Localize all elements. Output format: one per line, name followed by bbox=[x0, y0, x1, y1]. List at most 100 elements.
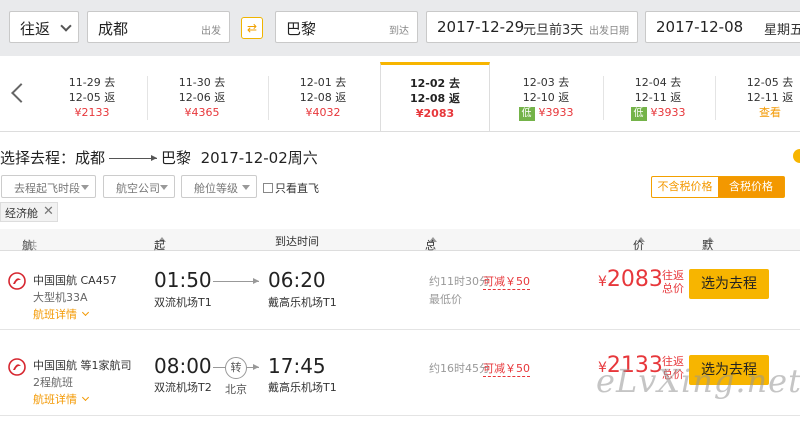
route-prefix: 选择去程： bbox=[0, 149, 76, 167]
depart-date-field[interactable]: 2017-12-29 元旦前3天 出发日期 bbox=[426, 11, 638, 43]
date-price-line: ¥4365 bbox=[147, 105, 257, 120]
date-option-2[interactable]: 12-01 去 12-08 返 ¥4032 bbox=[268, 64, 378, 132]
select-outbound-button[interactable]: 选为去程 bbox=[689, 269, 769, 299]
date-back-label: 12-11 返 bbox=[746, 91, 794, 104]
depart-airport: 双流机场T2 bbox=[154, 381, 212, 394]
arrive-airport: 戴高乐机场T1 bbox=[268, 381, 337, 394]
date-option-5[interactable]: 12-04 去 12-11 返低 ¥3933 bbox=[603, 64, 713, 132]
arrive-time: 06:20 bbox=[268, 268, 326, 292]
date-price-strip: 11-29 去 12-05 返 ¥2133 11-30 去 12-06 返 ¥4365 12… bbox=[0, 62, 800, 132]
date-go-label: 11-30 去 bbox=[178, 76, 226, 89]
header-sort[interactable]: 默认排序 bbox=[702, 233, 714, 300]
low-price-badge: 低 bbox=[518, 107, 535, 121]
side-indicator bbox=[793, 149, 800, 163]
watermark: eLvXing.net bbox=[596, 362, 800, 400]
date-option-0[interactable]: 11-29 去 12-05 返 ¥2133 bbox=[37, 64, 147, 132]
date-go-label: 12-03 去 bbox=[522, 76, 570, 89]
date-option-4[interactable]: 12-03 去 12-10 返低 ¥3933 bbox=[491, 64, 601, 132]
date-price-line: 低 ¥3933 bbox=[491, 105, 601, 121]
chevron-down-icon bbox=[81, 393, 90, 402]
flight-detail-link[interactable]: 航班详情 bbox=[33, 391, 90, 407]
cabin-filter[interactable]: 舱位等级 bbox=[181, 175, 257, 198]
transfer-city: 北京 bbox=[225, 383, 247, 396]
date-go-label: 12-05 去 bbox=[746, 76, 794, 89]
discount-label[interactable]: 可减￥50 bbox=[483, 360, 530, 377]
from-hint: 出发 bbox=[201, 26, 221, 37]
route-title: 选择去程：成都 巴黎 2017-12-02周六 bbox=[0, 147, 318, 168]
date-price-line: 低 ¥3933 bbox=[603, 105, 713, 121]
date-back-label: 12-11 返 bbox=[634, 91, 682, 104]
date-go-label: 12-02 去 bbox=[409, 77, 460, 90]
strip-divider bbox=[715, 76, 716, 120]
header-depart-time[interactable]: 起飞时间 bbox=[154, 233, 166, 300]
date-price: ¥2133 bbox=[74, 106, 110, 119]
duration: 约16时45分 bbox=[429, 362, 490, 375]
tax-toggle: 不含税价格 含税价格 bbox=[651, 176, 785, 198]
header-price[interactable]: 价格 bbox=[633, 233, 645, 268]
to-city-field[interactable]: 巴黎 到达 bbox=[275, 11, 418, 43]
direct-only-checkbox[interactable]: 只看直飞 bbox=[263, 180, 319, 196]
plane-type: 大型机33A bbox=[33, 291, 88, 304]
depart-time-filter[interactable]: 去程起飞时段 bbox=[1, 175, 96, 198]
strip-divider bbox=[603, 76, 604, 120]
route-date: 2017-12-02周六 bbox=[200, 149, 318, 167]
flight-arrow-icon bbox=[213, 278, 259, 284]
date-back-label: 12-08 返 bbox=[299, 91, 347, 104]
date-price: ¥3933 bbox=[650, 106, 686, 119]
return-weekday: 星期五 bbox=[764, 23, 800, 38]
total-price-label: 总价 bbox=[662, 282, 684, 295]
return-date-field[interactable]: 2017-12-08 星期五 bbox=[645, 11, 800, 43]
flight-detail-link[interactable]: 航班详情 bbox=[33, 306, 90, 322]
swap-cities-icon[interactable]: ⇄ bbox=[241, 17, 263, 39]
from-city-value: 成都 bbox=[98, 20, 129, 38]
caret-down-icon bbox=[242, 185, 250, 190]
date-option-3[interactable]: 12-02 去 12-08 返 ¥2083 bbox=[380, 62, 490, 132]
to-city-value: 巴黎 bbox=[286, 20, 317, 38]
price: ¥2083 bbox=[598, 267, 663, 292]
date-price[interactable]: 查看 bbox=[759, 106, 781, 119]
low-price-badge: 低 bbox=[630, 107, 647, 121]
date-go-label: 11-29 去 bbox=[68, 76, 116, 89]
flight-table-header: 航班信息(共52条航班) 起飞时间 到达时间 总耗时 价格 默认排序 bbox=[0, 229, 800, 313]
trip-type-select[interactable]: 往返 bbox=[9, 11, 79, 43]
checkbox-icon[interactable] bbox=[263, 183, 273, 193]
round-trip-label: 往返 bbox=[662, 269, 684, 282]
date-go-label: 12-04 去 bbox=[634, 76, 682, 89]
date-go-label: 12-01 去 bbox=[299, 76, 347, 89]
depart-time-filter-label: 去程起飞时段 bbox=[14, 182, 80, 195]
date-price: ¥3933 bbox=[538, 106, 574, 119]
airline-filter[interactable]: 航空公司 bbox=[103, 175, 175, 198]
airline-filter-label: 航空公司 bbox=[116, 182, 160, 195]
tax-excluded-option[interactable]: 不含税价格 bbox=[652, 177, 718, 197]
date-price-line: ¥2133 bbox=[37, 105, 147, 120]
header-duration[interactable]: 总耗时 bbox=[425, 233, 437, 284]
search-bar: 往返 成都 出发 ⇄ 巴黎 到达 2017-12-29 元旦前3天 出发日期 2… bbox=[0, 0, 800, 56]
transfer-icon: 转 bbox=[225, 357, 247, 379]
air-china-logo-icon bbox=[8, 272, 26, 290]
chevron-down-icon bbox=[81, 308, 90, 317]
date-price: ¥4365 bbox=[184, 106, 220, 119]
chevron-left-icon[interactable] bbox=[11, 83, 31, 103]
plane-type: 2程航班 bbox=[33, 376, 73, 389]
cabin-filter-label: 舱位等级 bbox=[194, 182, 238, 195]
trip-type-value: 往返 bbox=[20, 20, 51, 38]
caret-down-icon bbox=[81, 185, 89, 190]
from-city-field[interactable]: 成都 出发 bbox=[87, 11, 230, 43]
to-hint: 到达 bbox=[389, 26, 409, 37]
airline-name: 中国国航 等1家航司 bbox=[33, 359, 132, 372]
date-option-6[interactable]: 12-05 去 12-11 返查看 bbox=[715, 64, 800, 132]
date-price: ¥2083 bbox=[415, 107, 455, 120]
date-option-1[interactable]: 11-30 去 12-06 返 ¥4365 bbox=[147, 64, 257, 132]
depart-time: 08:00 bbox=[154, 354, 212, 378]
tax-included-option[interactable]: 含税价格 bbox=[718, 177, 784, 197]
return-date-value: 2017-12-08 bbox=[656, 18, 744, 36]
price-currency: ¥ bbox=[598, 274, 607, 290]
arrive-time: 17:45 bbox=[268, 354, 326, 378]
flight-detail-label: 航班详情 bbox=[33, 393, 77, 406]
close-icon[interactable]: ✕ bbox=[43, 204, 54, 219]
chevron-down-icon bbox=[60, 20, 72, 32]
airline-name: 中国国航 CA457 bbox=[33, 274, 117, 287]
discount-label[interactable]: 可减￥50 bbox=[483, 273, 530, 290]
strip-divider bbox=[147, 76, 148, 120]
duration: 约11时30分 bbox=[429, 275, 490, 288]
